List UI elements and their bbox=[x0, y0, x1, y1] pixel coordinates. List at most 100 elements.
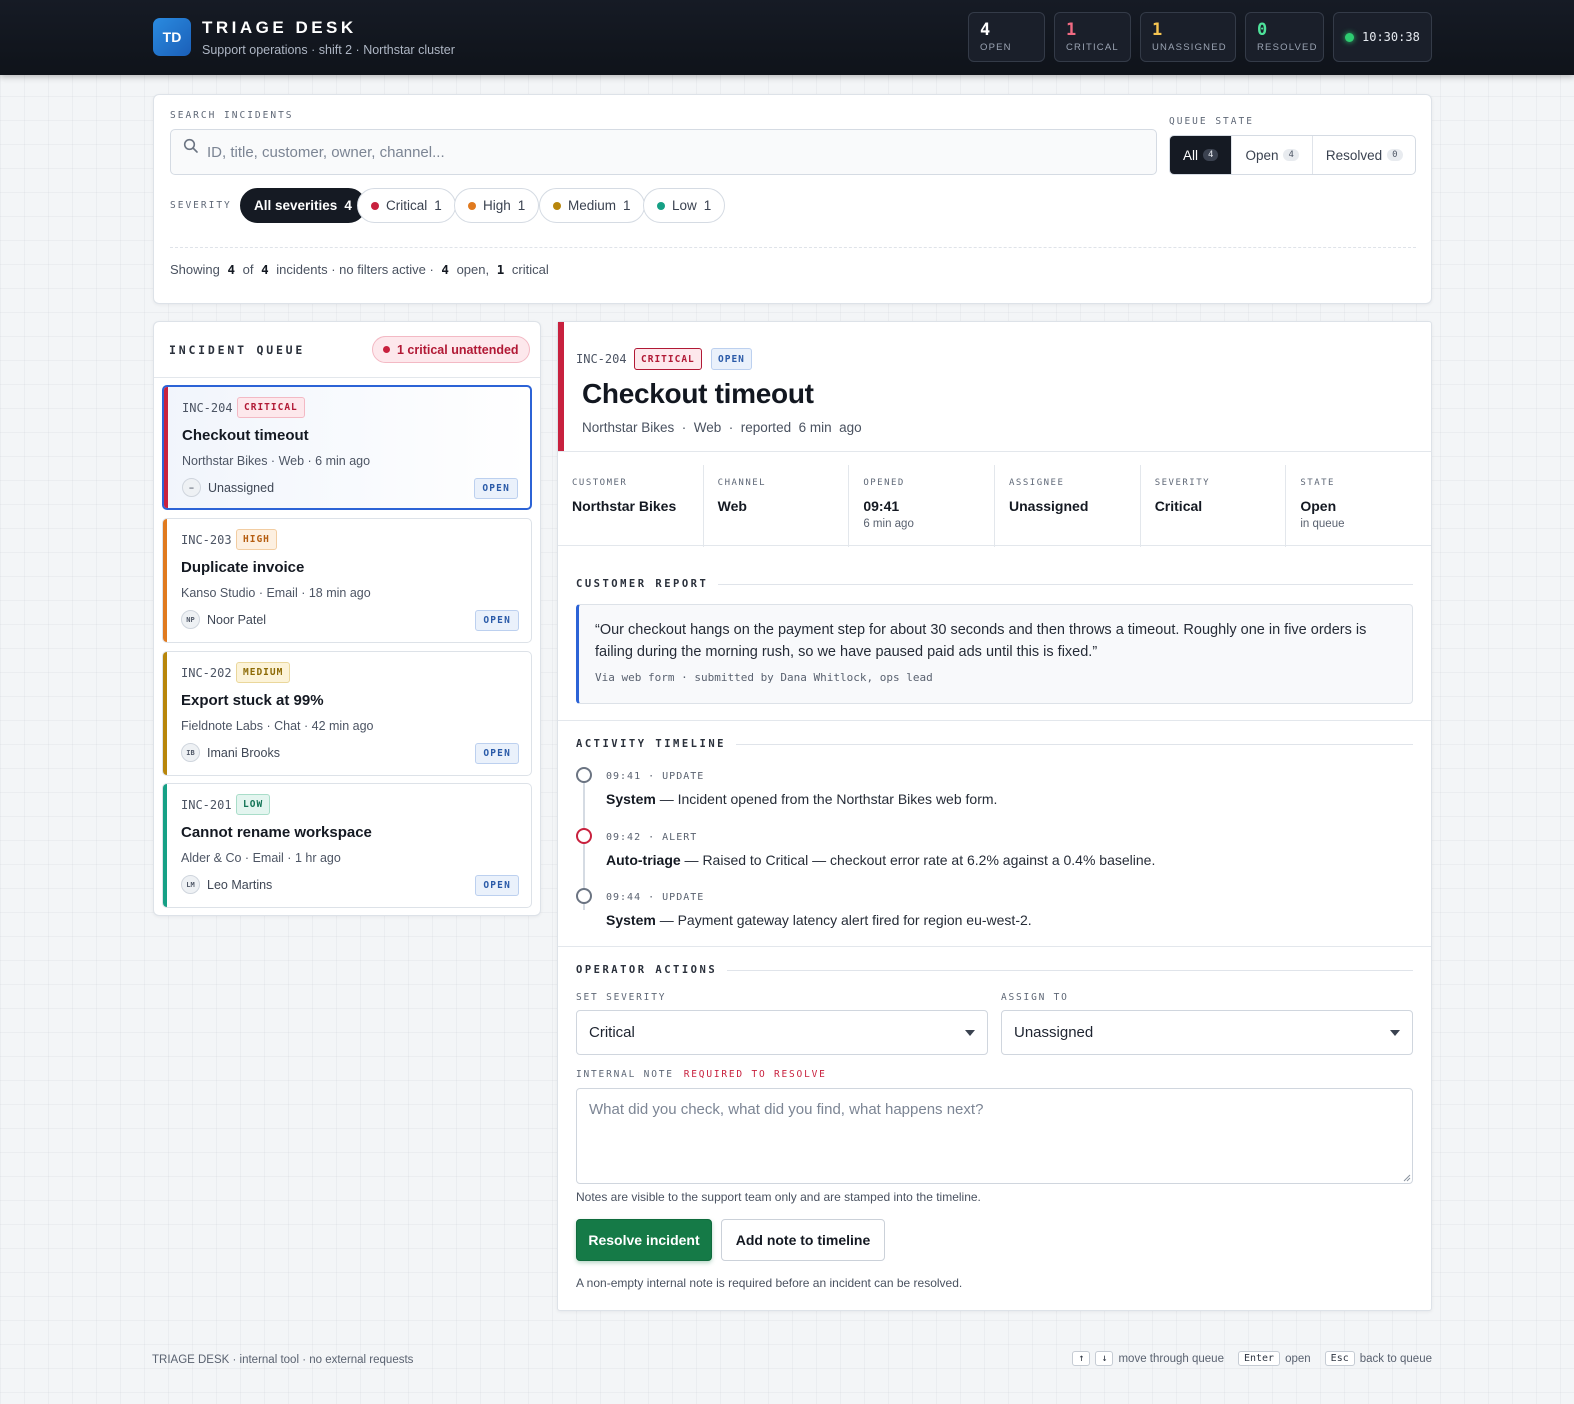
severity-label: SEVERITY bbox=[170, 200, 232, 211]
set-severity-select[interactable]: Critical bbox=[576, 1010, 988, 1055]
fact-sub: 6 min ago bbox=[863, 518, 914, 530]
timeline-divider bbox=[558, 946, 1431, 947]
severity-chip-all[interactable]: All severities 4 bbox=[240, 188, 366, 223]
severity-chip-all-label: All severities bbox=[254, 198, 338, 213]
chevron-down-icon bbox=[1390, 1030, 1400, 1036]
queue-item-inc-202[interactable]: INC-202 MEDIUM Export stuck at 99% Field… bbox=[162, 651, 532, 776]
queue-state-resolved-count: 0 bbox=[1387, 149, 1403, 161]
summary-total-count: 4 bbox=[261, 262, 269, 277]
event-actor: System bbox=[606, 912, 656, 928]
stat-open-label: OPEN bbox=[980, 42, 1012, 53]
state-badge: OPEN bbox=[475, 875, 519, 896]
event-time: 09:44 · UPDATE bbox=[606, 892, 705, 903]
incident-customer: Fieldnote Labs bbox=[181, 719, 264, 733]
queue-item-inc-201[interactable]: INC-201 LOW Cannot rename workspace Alde… bbox=[162, 783, 532, 908]
fact-customer: CUSTOMER Northstar Bikes bbox=[558, 465, 704, 547]
up-arrow-key: ↑ bbox=[1072, 1351, 1091, 1366]
event-text: — Raised to Critical — checkout error ra… bbox=[680, 852, 1156, 868]
severity-chip-low[interactable]: Low 1 bbox=[643, 188, 726, 223]
back-hint: back to queue bbox=[1359, 1352, 1432, 1365]
timeline-title: ACTIVITY TIMELINE bbox=[576, 738, 726, 750]
incident-meta: Alder & Co · Email · 1 hr ago bbox=[181, 851, 341, 865]
customer-report-title: CUSTOMER REPORT bbox=[576, 578, 709, 590]
detail-state-badge: OPEN bbox=[711, 348, 752, 370]
medium-dot-icon bbox=[553, 201, 561, 210]
incident-customer: Kanso Studio bbox=[181, 586, 256, 600]
fact-value: Unassigned bbox=[1009, 498, 1089, 514]
state-badge: OPEN bbox=[474, 478, 518, 499]
queue-item-inc-203[interactable]: INC-203 HIGH Duplicate invoice Kanso Stu… bbox=[162, 518, 532, 643]
incident-age: 1 hr ago bbox=[294, 851, 341, 865]
incident-owner: LM Leo Martins bbox=[181, 875, 272, 894]
stat-unassigned-value: 1 bbox=[1152, 20, 1163, 40]
queue-state-all[interactable]: All 4 bbox=[1170, 136, 1233, 174]
detail-subtitle: Northstar Bikes · Web · reported 6 min a… bbox=[582, 420, 862, 435]
severity-badge: CRITICAL bbox=[237, 397, 305, 418]
severity-chip-low-count: 1 bbox=[703, 198, 712, 213]
incident-id: INC-202 bbox=[181, 666, 232, 680]
fact-key: OPENED bbox=[863, 478, 905, 488]
note-hint: Notes are visible to the support team on… bbox=[576, 1190, 981, 1204]
update-dot-icon bbox=[576, 767, 592, 783]
assign-to-select[interactable]: Unassigned bbox=[1001, 1010, 1413, 1055]
fact-key: ASSIGNEE bbox=[1009, 478, 1065, 488]
detail-sub-age: 6 min bbox=[798, 420, 832, 435]
fact-key: CHANNEL bbox=[717, 478, 767, 488]
severity-bar bbox=[164, 387, 168, 508]
event-time: 09:42 · ALERT bbox=[606, 832, 698, 843]
severity-chip-high-label: High bbox=[483, 198, 511, 213]
summary-critical-label: critical bbox=[511, 262, 549, 277]
fact-key: SEVERITY bbox=[1154, 478, 1211, 488]
low-dot-icon bbox=[657, 201, 665, 210]
detail-sub-reported: reported bbox=[740, 420, 792, 435]
set-severity-label: SET SEVERITY bbox=[576, 992, 667, 1003]
queue-state-resolved[interactable]: Resolved 0 bbox=[1313, 136, 1415, 174]
queue-item-inc-204[interactable]: INC-204 CRITICAL Checkout timeout Norths… bbox=[162, 385, 532, 510]
queue-state-resolved-label: Resolved bbox=[1325, 147, 1383, 163]
resize-grip-icon[interactable] bbox=[1403, 1174, 1411, 1182]
queue-divider bbox=[154, 377, 540, 378]
stat-critical-value: 1 bbox=[1066, 20, 1077, 40]
event-body: Auto-triage — Raised to Critical — check… bbox=[606, 852, 1155, 868]
facts-divider bbox=[558, 545, 1431, 546]
queue-state-toggle: All 4 Open 4 Resolved 0 bbox=[1169, 135, 1416, 175]
severity-chip-high[interactable]: High 1 bbox=[454, 188, 540, 223]
set-severity-value: Critical bbox=[589, 1024, 635, 1041]
search-box[interactable] bbox=[170, 129, 1157, 175]
severity-badge: HIGH bbox=[236, 529, 277, 550]
detail-incident-id: INC-204 bbox=[576, 352, 627, 366]
resolve-incident-button[interactable]: Resolve incident bbox=[576, 1219, 712, 1261]
severity-chip-critical[interactable]: Critical 1 bbox=[357, 188, 456, 223]
summary-of: of bbox=[242, 262, 254, 277]
severity-bar bbox=[163, 652, 167, 775]
incident-owner: IB Imani Brooks bbox=[181, 743, 280, 762]
stat-open-value: 4 bbox=[980, 20, 991, 40]
severity-bar bbox=[163, 519, 167, 642]
customer-report-text: “Our checkout hangs on the payment step … bbox=[595, 622, 1367, 660]
queue-state-label: QUEUE STATE bbox=[1169, 116, 1254, 127]
search-icon bbox=[183, 138, 198, 153]
keyboard-hints: ↑ ↓ move through queue Enter open Esc ba… bbox=[1072, 1351, 1432, 1366]
queue-state-open[interactable]: Open 4 bbox=[1232, 136, 1313, 174]
incident-meta: Kanso Studio · Email · 18 min ago bbox=[181, 586, 371, 600]
search-input[interactable] bbox=[207, 130, 1147, 174]
severity-chip-medium[interactable]: Medium 1 bbox=[539, 188, 645, 223]
internal-note-textarea[interactable] bbox=[576, 1088, 1413, 1184]
add-note-button[interactable]: Add note to timeline bbox=[721, 1219, 885, 1261]
summary-incidents: incidents · no filters active · bbox=[276, 262, 434, 277]
resolve-hint: A non-empty internal note is required be… bbox=[576, 1276, 963, 1290]
app-subtitle: Support operations · shift 2 · Northstar… bbox=[202, 43, 455, 57]
queue-state-all-count: 4 bbox=[1203, 149, 1219, 161]
detail-title: Checkout timeout bbox=[582, 378, 814, 409]
clock-time: 10:30:38 bbox=[1362, 30, 1420, 44]
filter-divider bbox=[170, 247, 1416, 248]
summary-shown-count: 4 bbox=[227, 262, 236, 277]
down-arrow-key: ↓ bbox=[1095, 1351, 1114, 1366]
customer-report: “Our checkout hangs on the payment step … bbox=[576, 604, 1413, 704]
avatar: IB bbox=[181, 743, 200, 762]
results-summary: Showing 4 of 4 incidents · no filters ac… bbox=[170, 262, 549, 277]
incident-detail-panel: INC-204 CRITICAL OPEN Checkout timeout N… bbox=[557, 321, 1432, 1311]
fact-assignee: ASSIGNEE Unassigned bbox=[995, 465, 1141, 547]
severity-chip-medium-label: Medium bbox=[568, 198, 617, 213]
incident-channel: Chat bbox=[274, 719, 301, 733]
